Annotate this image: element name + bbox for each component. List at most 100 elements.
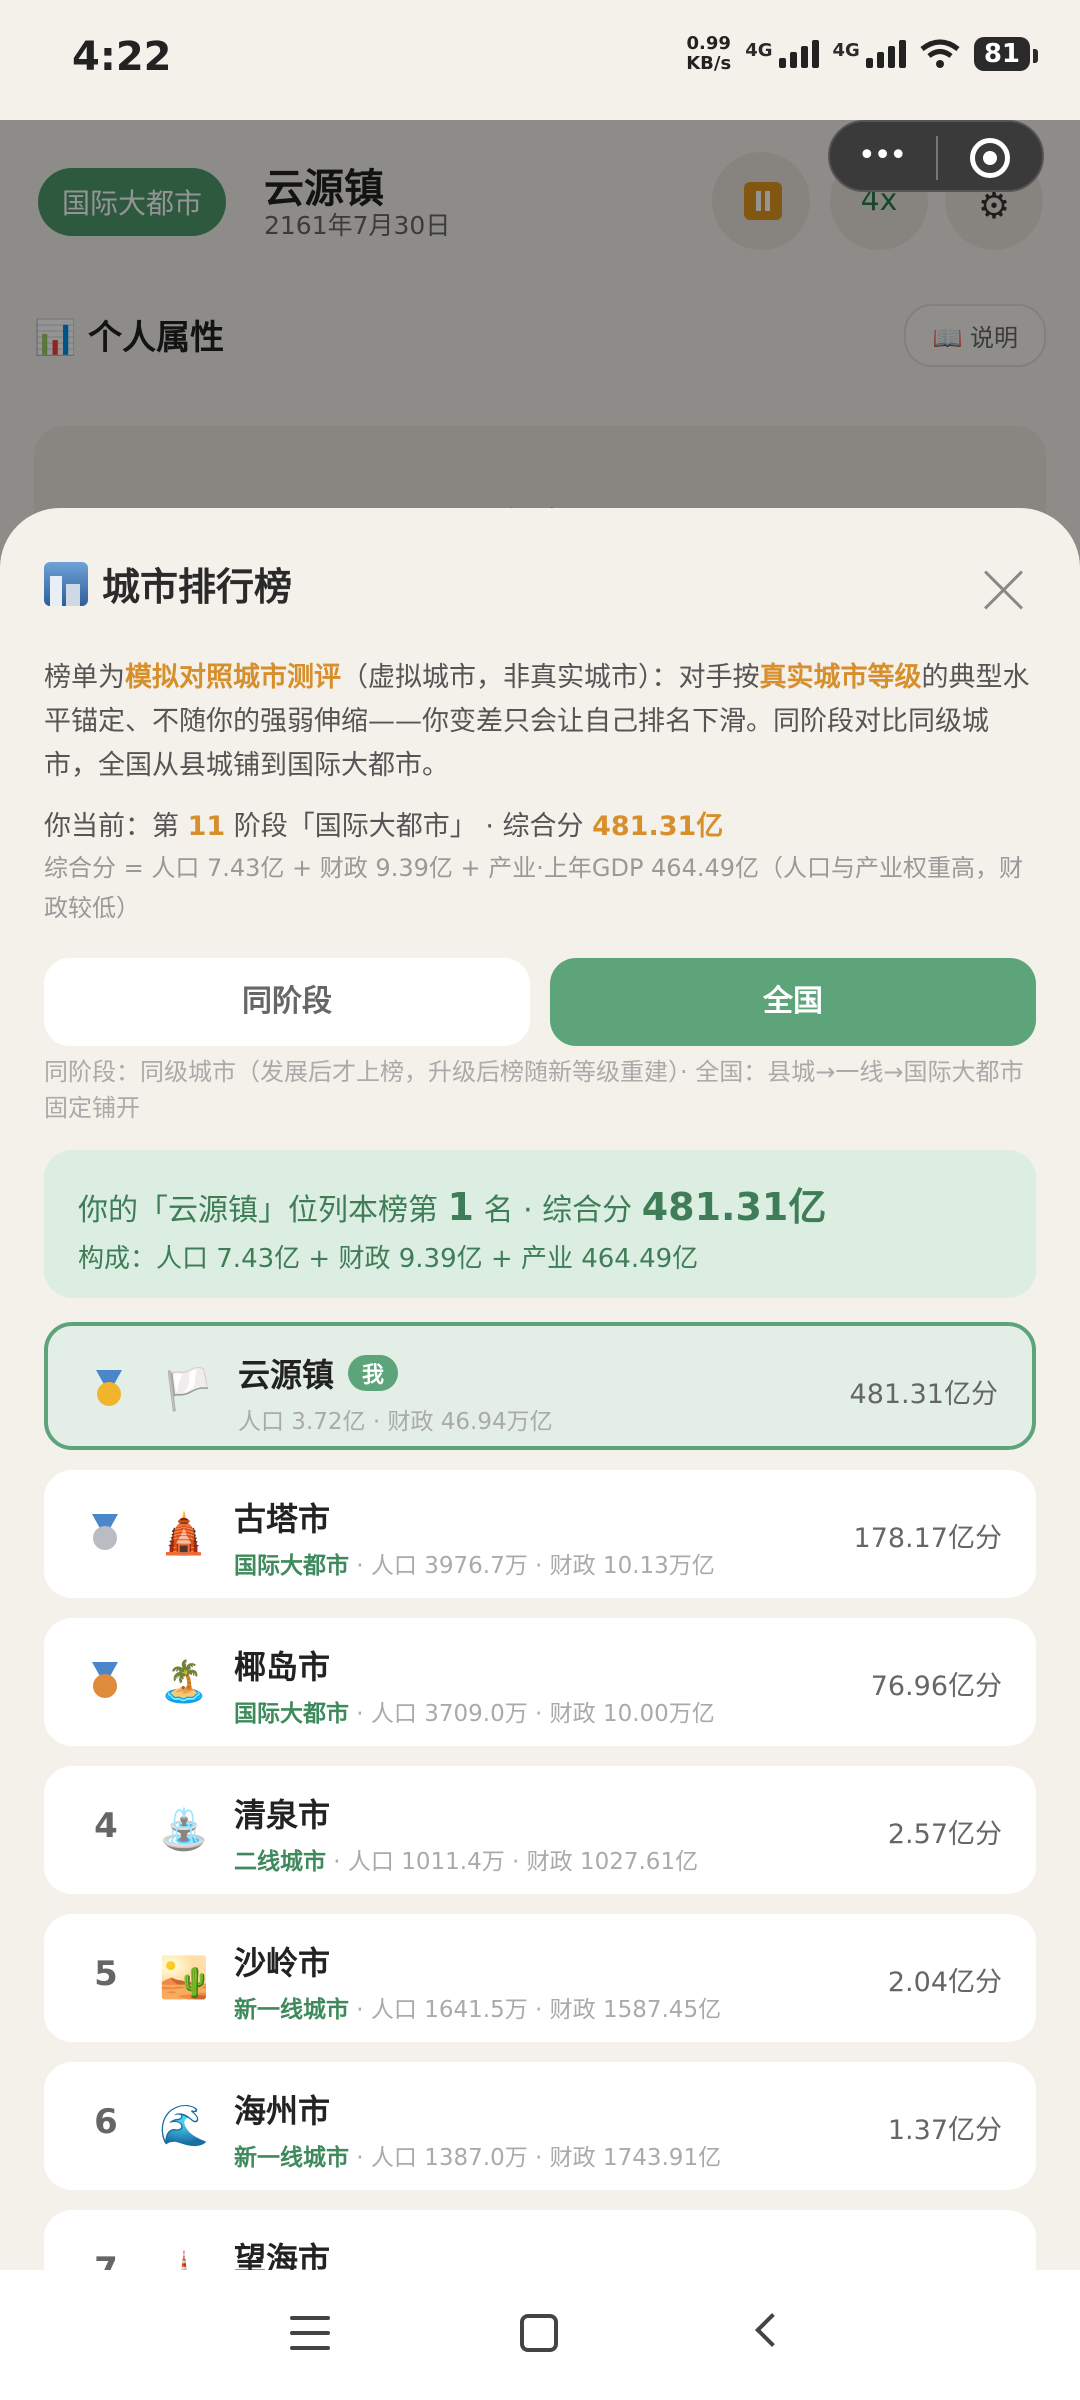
system-nav-bar	[0, 2270, 1080, 2400]
city-score: 1.37亿分	[887, 2115, 1002, 2146]
desert-icon: 🏜️	[159, 1955, 209, 2001]
summary-text: 你的「云源镇」位列本榜第	[78, 1193, 438, 1228]
signal-icon: 4G	[833, 40, 906, 68]
tab-same-stage[interactable]: 同阶段	[44, 958, 530, 1046]
current-text: 你当前：第	[44, 811, 179, 842]
summary-score: 481.31亿	[641, 1185, 827, 1229]
city-name-text: 清泉市	[234, 1796, 331, 1834]
ranking-row[interactable]: 4 ⛲ 清泉市 二线城市 · 人口 1011.4万 · 财政 1027.61亿 …	[44, 1766, 1036, 1894]
description: 榜单为模拟对照城市测评（虚拟城市，非真实城市）：对手按真实城市等级的典型水平锚定…	[44, 656, 1034, 788]
city-score: 76.96亿分	[870, 1671, 1002, 1702]
city-name-text: 海州市	[234, 2092, 331, 2130]
status-icons: 0.99 KB/s 4G 4G 81	[686, 34, 1039, 74]
current-score: 481.31亿	[592, 811, 724, 842]
sheet-title-text: 城市排行榜	[102, 565, 293, 609]
signal-label: 4G	[745, 40, 773, 61]
summary-composition: 构成：人口 7.43亿 + 财政 9.39亿 + 产业 464.49亿	[78, 1244, 699, 1274]
sheet-title: 城市排行榜	[44, 556, 292, 611]
gold-medal-icon	[94, 1370, 124, 1408]
city-name-text: 古塔市	[234, 1500, 331, 1538]
city-stats-text: · 人口 1011.4万 · 财政 1027.61亿	[326, 1849, 699, 1875]
flag-icon: 🏳️	[163, 1367, 213, 1413]
city-stats-text: · 人口 1641.5万 · 财政 1587.45亿	[349, 1997, 722, 2023]
rank-number: 7	[94, 2250, 118, 2270]
wifi-icon	[920, 39, 960, 68]
summary-text: 名 · 综合分	[483, 1193, 633, 1228]
home-icon[interactable]	[520, 2314, 558, 2352]
rank-number: 4	[94, 1806, 118, 1846]
city-name-text: 云源镇	[238, 1356, 335, 1394]
network-speed: 0.99 KB/s	[686, 34, 731, 74]
battery-icon: 81	[973, 37, 1039, 71]
mini-program-capsule: •••	[828, 120, 1044, 192]
city-tier: 新一线城市	[234, 1997, 349, 2023]
city-stats: 国际大都市 · 人口 3709.0万 · 财政 10.00万亿	[234, 1694, 715, 1728]
back-icon[interactable]	[755, 2313, 789, 2347]
status-time: 4:22	[72, 34, 172, 80]
network-speed-unit: KB/s	[686, 53, 732, 74]
ranking-row[interactable]: 🏳️ 云源镇 我 人口 3.72亿 · 财政 46.94万亿 481.31亿分	[44, 1322, 1036, 1450]
ranking-row[interactable]: 6 🌊 海州市 新一线城市 · 人口 1387.0万 · 财政 1743.91亿…	[44, 2062, 1036, 2190]
ranking-row[interactable]: 🛕 古塔市 国际大都市 · 人口 3976.7万 · 财政 10.13万亿 17…	[44, 1470, 1036, 1598]
city-name: 云源镇 我	[238, 1350, 399, 1396]
desc-text: 榜单为	[44, 662, 125, 693]
city-name-text: 椰岛市	[234, 1648, 331, 1686]
wave-icon: 🌊	[159, 2103, 209, 2149]
city-score: 2.57亿分	[887, 1819, 1002, 1850]
city-tier: 国际大都市	[234, 1701, 349, 1727]
rank-number: 5	[94, 1954, 118, 1994]
city-name: 沙岭市	[234, 1938, 330, 1984]
city-stats-text: · 人口 3976.7万 · 财政 10.13万亿	[349, 1553, 715, 1579]
city-name: 清泉市	[234, 1790, 330, 1836]
ranking-row[interactable]: 🏝️ 椰岛市 国际大都市 · 人口 3709.0万 · 财政 10.00万亿 7…	[44, 1618, 1036, 1746]
city-score: 2.04亿分	[887, 1967, 1002, 1998]
island-icon: 🏝️	[159, 1659, 209, 1705]
rank-summary: 你的「云源镇」位列本榜第 1 名 · 综合分 481.31亿 构成：人口 7.4…	[44, 1150, 1036, 1298]
bronze-medal-icon	[90, 1662, 120, 1700]
tower-icon: 🗼	[156, 2246, 212, 2270]
more-icon[interactable]: •••	[858, 141, 907, 171]
city-tier: 二线城市	[234, 1849, 326, 1875]
tab-national[interactable]: 全国	[550, 958, 1036, 1046]
city-name: 望海市	[234, 2234, 330, 2270]
desc-highlight: 真实城市等级	[759, 662, 922, 693]
me-badge: 我	[348, 1355, 399, 1391]
silver-medal-icon	[90, 1514, 120, 1552]
city-stats: 新一线城市 · 人口 1641.5万 · 财政 1587.45亿	[234, 1990, 721, 2024]
city-name: 海州市	[234, 2086, 330, 2132]
tab-hint: 同阶段：同级城市（发展后才上榜，升级后榜随新等级重建）· 全国：县城→一线→国际…	[44, 1058, 1024, 1122]
summary-line: 你的「云源镇」位列本榜第 1 名 · 综合分 481.31亿	[78, 1176, 826, 1231]
city-stats: 国际大都市 · 人口 3976.7万 · 财政 10.13万亿	[234, 1546, 715, 1580]
temple-icon: 🛕	[159, 1511, 209, 1557]
summary-rank: 1	[447, 1185, 474, 1229]
capsule-divider	[936, 136, 938, 180]
fountain-icon: ⛲	[159, 1807, 209, 1853]
status-bar: 4:22 0.99 KB/s 4G 4G 81	[0, 0, 1080, 120]
ranking-row[interactable]: 7 🗼 望海市	[44, 2210, 1036, 2270]
close-icon[interactable]	[984, 570, 1024, 610]
menu-icon[interactable]	[290, 2316, 330, 2350]
desc-highlight: 模拟对照城市测评	[125, 662, 341, 693]
close-app-icon[interactable]	[970, 138, 1010, 178]
city-score: 481.31亿分	[849, 1379, 998, 1410]
city-stats: 二线城市 · 人口 1011.4万 · 财政 1027.61亿	[234, 1842, 698, 1876]
city-name: 椰岛市	[234, 1642, 330, 1688]
city-name-text: 望海市	[234, 2240, 331, 2270]
cityscape-icon	[44, 561, 88, 606]
city-stats-text: · 人口 3709.0万 · 财政 10.00万亿	[349, 1701, 715, 1727]
city-stats-text: · 人口 1387.0万 · 财政 1743.91亿	[349, 2145, 722, 2171]
signal-label: 4G	[832, 40, 860, 61]
city-name-text: 沙岭市	[234, 1944, 331, 1982]
score-formula: 综合分 = 人口 7.43亿 + 财政 9.39亿 + 产业·上年GDP 464…	[44, 854, 1024, 922]
signal-icon: 4G	[745, 40, 819, 68]
city-stats: 新一线城市 · 人口 1387.0万 · 财政 1743.91亿	[234, 2138, 721, 2172]
desc-text: （虚拟城市，非真实城市）：对手按	[341, 662, 760, 693]
city-name: 古塔市	[234, 1494, 330, 1540]
city-stats: 人口 3.72亿 · 财政 46.94万亿	[238, 1409, 553, 1435]
city-tier: 国际大都市	[234, 1553, 349, 1579]
city-tier: 新一线城市	[234, 2145, 349, 2171]
current-status: 你当前：第 11 阶段「国际大都市」 · 综合分 481.31亿	[44, 804, 723, 843]
ranking-row[interactable]: 5 🏜️ 沙岭市 新一线城市 · 人口 1641.5万 · 财政 1587.45…	[44, 1914, 1036, 2042]
current-stage: 11	[187, 811, 226, 842]
network-speed-value: 0.99	[686, 33, 731, 54]
